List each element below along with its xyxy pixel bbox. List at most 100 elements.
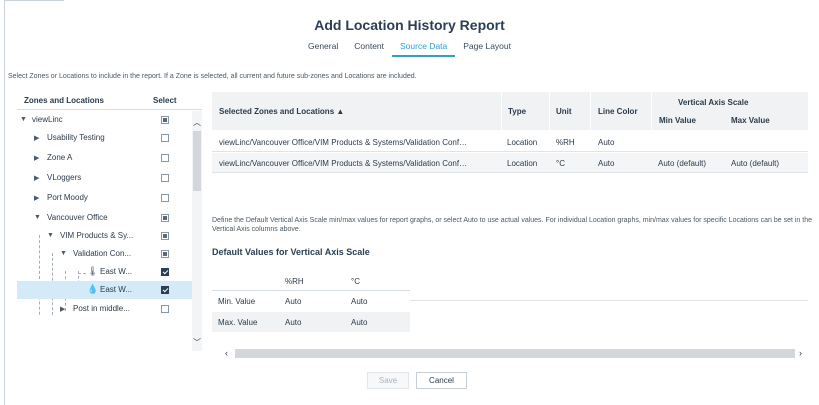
default-min-rh[interactable]: Auto: [285, 297, 301, 306]
grid-header: Selected Zones and Locations ▲ Type Unit…: [212, 92, 808, 130]
chevron-left-icon[interactable]: ‹: [225, 348, 228, 358]
tree-item-post-in-middle[interactable]: ▶ Post in middle...: [17, 300, 192, 316]
default-row-min[interactable]: Min. Value Auto Auto: [212, 291, 410, 311]
tree-item-vancouver-office[interactable]: ▼ Vancouver Office: [17, 209, 192, 227]
default-max-rh[interactable]: Auto: [285, 318, 301, 327]
dialog-title: Add Location History Report: [314, 17, 505, 33]
column-divider: [501, 92, 502, 130]
row-label: Min. Value: [218, 297, 256, 306]
column-divider: [590, 92, 591, 130]
dialog-frame-border-top: [4, 0, 64, 1]
select-checkbox[interactable]: [161, 194, 169, 202]
tab-page-layout[interactable]: Page Layout: [455, 41, 519, 57]
tab-general[interactable]: General: [300, 41, 346, 57]
tab-bar: General Content Source Data Page Layout: [0, 41, 819, 57]
col-header-line-color[interactable]: Line Color: [598, 107, 638, 116]
cell-unit: %RH: [556, 138, 575, 147]
tab-content[interactable]: Content: [346, 41, 392, 57]
row-label: Max. Value: [218, 318, 258, 327]
col-header-zones[interactable]: Selected Zones and Locations ▲: [219, 107, 344, 116]
dialog-frame-border: [4, 0, 5, 405]
default-values-title: Default Values for Vertical Axis Scale: [212, 247, 370, 257]
caret-right-icon[interactable]: ▶: [34, 154, 39, 162]
select-checkbox[interactable]: [161, 305, 169, 313]
caret-down-icon[interactable]: ▼: [34, 214, 41, 221]
tree-item-east-w-temp[interactable]: 🌡 East W...: [17, 263, 192, 281]
tree-item-east-w-humidity[interactable]: 💧 East W...: [17, 281, 192, 299]
select-checkbox[interactable]: [161, 232, 169, 240]
col-header-min[interactable]: Min Value: [659, 116, 696, 125]
select-checkbox[interactable]: [161, 174, 169, 182]
thermometer-icon: 🌡: [87, 266, 99, 276]
tree-item-label: VIM Products & Sy...: [60, 231, 134, 240]
default-row-max[interactable]: Max. Value Auto Auto: [212, 312, 410, 332]
caret-down-icon[interactable]: ▼: [20, 116, 27, 123]
tree-item-viewlinc[interactable]: ▼ viewLinc: [17, 111, 192, 129]
default-max-celsius[interactable]: Auto: [351, 318, 367, 327]
grid-horizontal-scrollbar[interactable]: ‹ ›: [225, 348, 808, 358]
tab-source-data[interactable]: Source Data: [392, 41, 456, 57]
tree-item-port-moody[interactable]: ▶ Port Moody: [17, 189, 192, 207]
scrollbar-thumb[interactable]: [235, 349, 795, 358]
scrollbar-thumb[interactable]: [193, 131, 201, 191]
cell-path: viewLinc/Vancouver Office/VIM Products &…: [219, 159, 468, 168]
cell-line-color[interactable]: Auto: [598, 159, 614, 168]
cell-min[interactable]: Auto (default): [658, 159, 706, 168]
save-button[interactable]: Save: [367, 372, 409, 389]
humidity-drop-icon: 💧: [87, 284, 99, 294]
tree-col-zones: Zones and Locations: [24, 96, 105, 105]
chevron-right-icon[interactable]: ›: [799, 348, 802, 358]
chevron-down-icon[interactable]: ﹀: [193, 337, 201, 348]
tree-item-label: East W...: [100, 285, 133, 294]
chevron-up-icon[interactable]: ︿: [193, 117, 201, 128]
instructions-text: Select Zones or Locations to include in …: [8, 73, 417, 80]
cell-type: Location: [507, 138, 538, 147]
caret-right-icon[interactable]: ▶: [34, 134, 39, 142]
caret-right-icon[interactable]: ▶: [34, 174, 39, 182]
tree-item-validation-con[interactable]: ▼ Validation Con...: [17, 245, 192, 263]
select-checkbox[interactable]: [161, 134, 169, 142]
default-values-header: %RH °C: [212, 271, 410, 291]
caret-down-icon[interactable]: ▼: [60, 250, 67, 257]
col-header-max[interactable]: Max Value: [731, 116, 770, 125]
tree-item-label: viewLinc: [32, 115, 63, 124]
table-row[interactable]: viewLinc/Vancouver Office/VIM Products &…: [212, 153, 808, 173]
col-header-rh: %RH: [285, 277, 304, 286]
tree-item-vloggers[interactable]: ▶ VLoggers: [17, 169, 192, 187]
tree-item-label: Port Moody: [47, 193, 88, 202]
cell-line-color[interactable]: Auto: [598, 138, 614, 147]
cell-unit: °C: [556, 159, 565, 168]
default-min-celsius[interactable]: Auto: [351, 297, 367, 306]
select-checkbox[interactable]: [161, 154, 169, 162]
divider: [410, 300, 808, 301]
cell-path: viewLinc/Vancouver Office/VIM Products &…: [219, 138, 468, 147]
col-header-type[interactable]: Type: [508, 107, 526, 116]
tree-item-zone-a[interactable]: ▶ Zone A: [17, 149, 192, 167]
tree-item-label: Zone A: [47, 153, 73, 162]
cell-type: Location: [507, 159, 538, 168]
tree-item-label: Usability Testing: [47, 133, 105, 142]
cancel-button[interactable]: Cancel: [416, 372, 467, 389]
tree-item-label: Validation Con...: [73, 249, 132, 258]
tree-item-vim-products[interactable]: ▼ VIM Products & Sy...: [17, 227, 192, 245]
zones-tree: ▼ viewLinc ▶ Usability Testing ▶ Zone A …: [17, 111, 192, 316]
tree-item-usability-testing[interactable]: ▶ Usability Testing: [17, 129, 192, 147]
select-checkbox[interactable]: [161, 116, 169, 124]
select-checkbox[interactable]: [161, 286, 169, 294]
col-header-celsius: °C: [351, 277, 360, 286]
tree-item-label: East W...: [100, 267, 133, 276]
tree-item-label: Vancouver Office: [47, 213, 108, 222]
caret-right-icon[interactable]: ▶: [60, 305, 65, 313]
tree-col-select: Select: [153, 96, 177, 105]
column-divider: [651, 92, 652, 130]
tree-scrollbar[interactable]: ︿ ﹀: [192, 111, 202, 351]
select-checkbox[interactable]: [161, 214, 169, 222]
select-checkbox[interactable]: [161, 250, 169, 258]
tree-item-label: Post in middle...: [73, 304, 130, 313]
caret-down-icon[interactable]: ▼: [47, 232, 54, 239]
select-checkbox[interactable]: [161, 268, 169, 276]
cell-max[interactable]: Auto (default): [731, 159, 779, 168]
col-header-unit[interactable]: Unit: [556, 107, 572, 116]
table-row[interactable]: viewLinc/Vancouver Office/VIM Products &…: [212, 132, 808, 152]
caret-right-icon[interactable]: ▶: [34, 194, 39, 202]
